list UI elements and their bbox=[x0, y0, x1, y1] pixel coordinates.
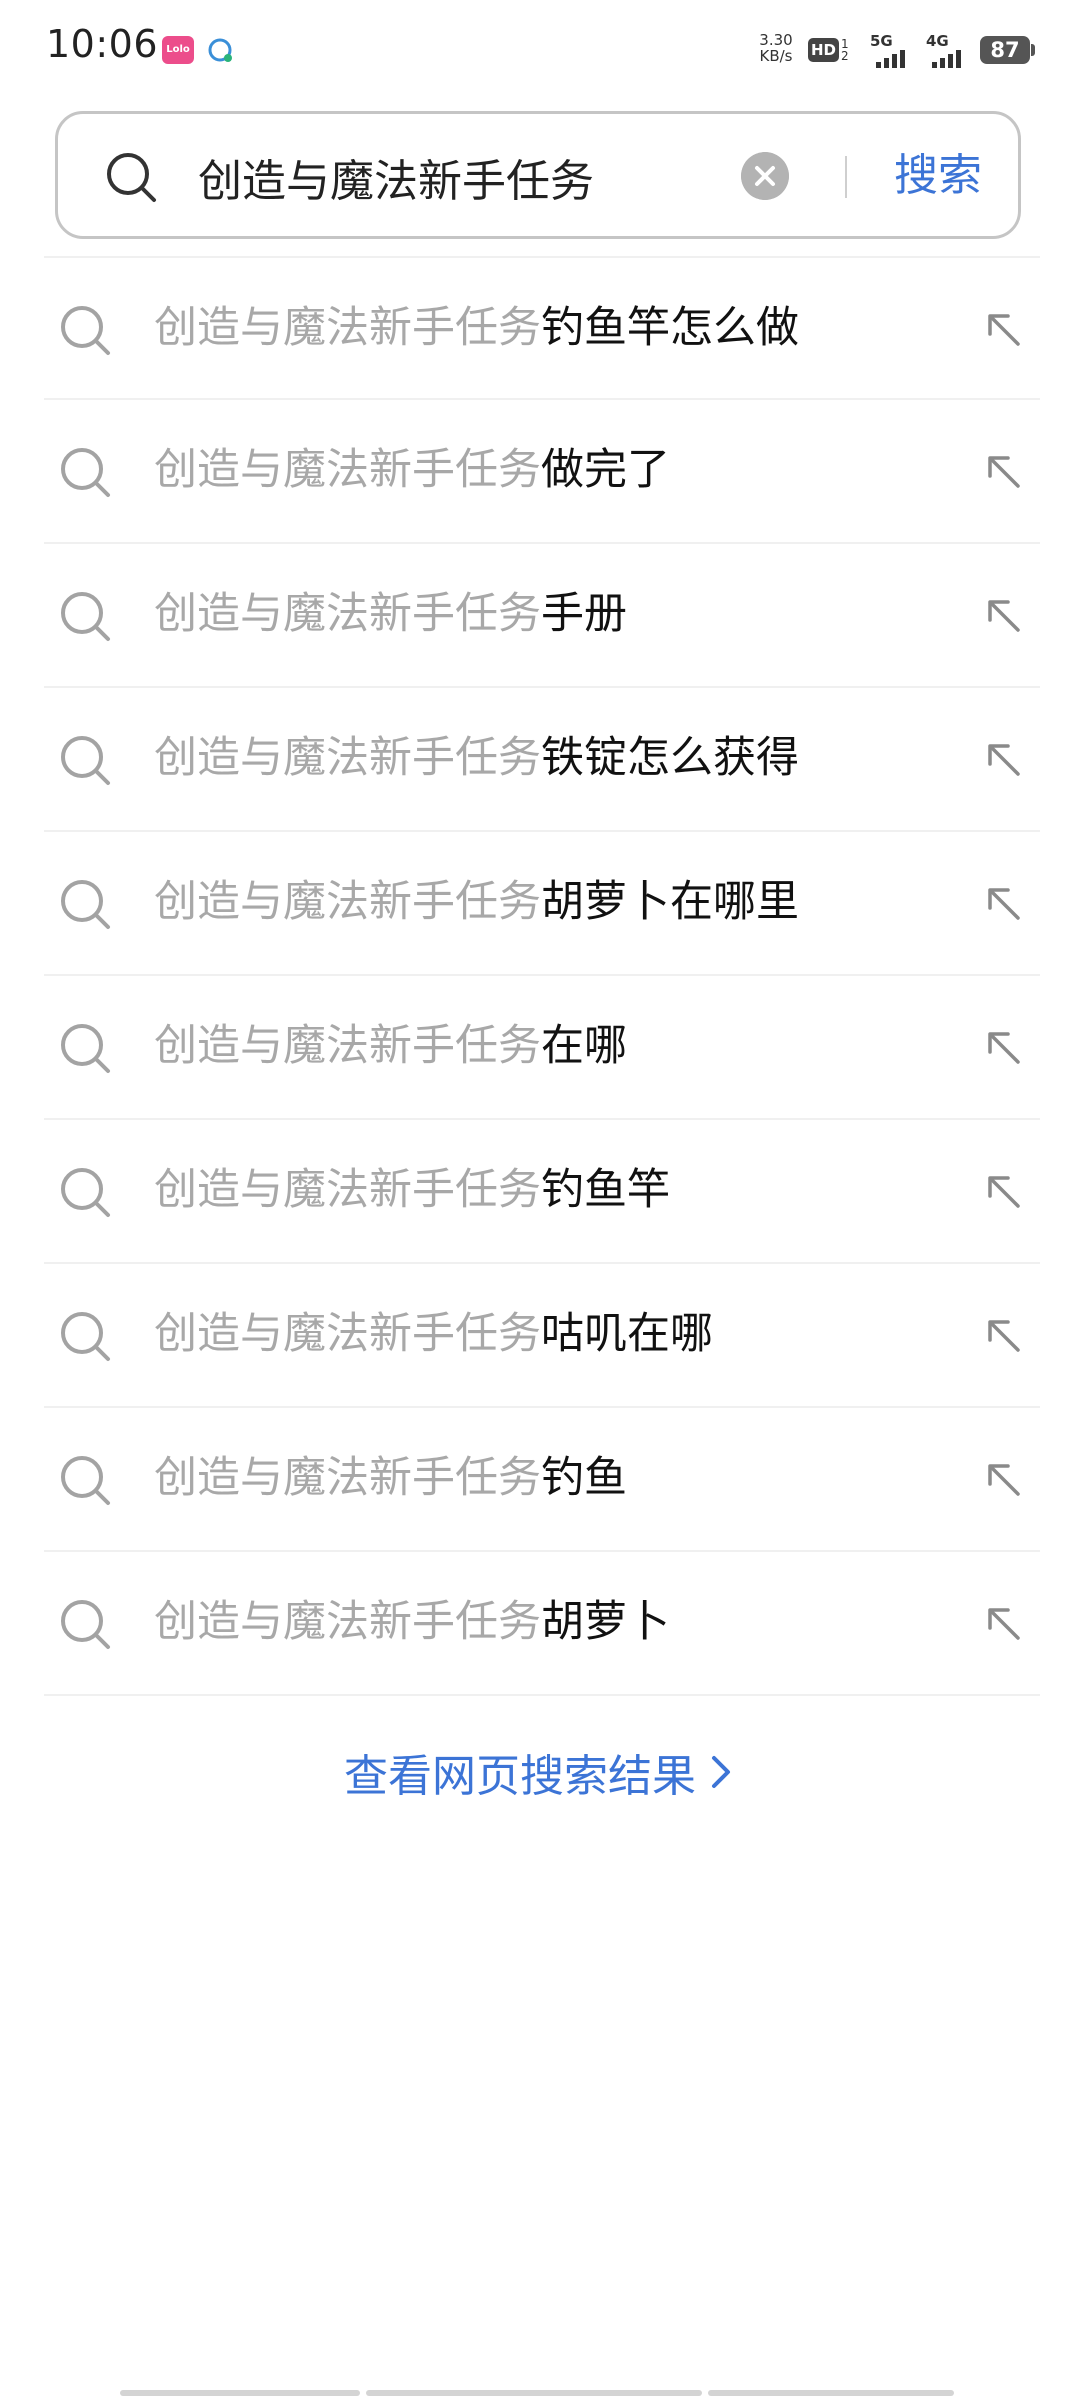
suggestion-text: 创造与魔法新手任务做完了 bbox=[154, 440, 670, 500]
status-time: 10:06 bbox=[46, 22, 159, 66]
suggestion-text: 创造与魔法新手任务铁锭怎么获得 bbox=[154, 728, 799, 788]
suggestion-list: 创造与魔法新手任务钓鱼竿怎么做 创造与魔法新手任务做完了 创造与魔法新手任务手册 创造… bbox=[44, 256, 1040, 1696]
suggestion-prefix: 创造与魔法新手任务 bbox=[154, 877, 541, 927]
clear-icon[interactable] bbox=[741, 152, 789, 200]
home-indicator-center bbox=[366, 2390, 702, 2396]
search-icon bbox=[61, 880, 110, 929]
suggestion-prefix: 创造与魔法新手任务 bbox=[154, 733, 541, 783]
arrow-up-left-icon[interactable] bbox=[982, 1458, 1026, 1502]
arrow-up-left-icon[interactable] bbox=[982, 1170, 1026, 1214]
suggestion-prefix: 创造与魔法新手任务 bbox=[154, 445, 541, 495]
suggestion-item[interactable]: 创造与魔法新手任务胡萝卜 bbox=[44, 1552, 1040, 1696]
suggestion-text: 创造与魔法新手任务钓鱼 bbox=[154, 1448, 627, 1508]
suggestion-item[interactable]: 创造与魔法新手任务咕叽在哪 bbox=[44, 1264, 1040, 1408]
suggestion-item[interactable]: 创造与魔法新手任务做完了 bbox=[44, 400, 1040, 544]
home-indicator bbox=[120, 2390, 960, 2396]
hd-label: HD bbox=[808, 38, 840, 62]
search-icon bbox=[61, 1024, 110, 1073]
suggestion-prefix: 创造与魔法新手任务 bbox=[154, 1309, 541, 1359]
suggestion-text: 创造与魔法新手任务钓鱼竿 bbox=[154, 1160, 670, 1220]
suggestion-suffix: 钓鱼竿怎么做 bbox=[541, 303, 799, 353]
suggestion-suffix: 做完了 bbox=[541, 445, 670, 495]
chevron-right-icon bbox=[712, 1756, 730, 1788]
signal-4g-icon: 4G bbox=[926, 32, 972, 68]
suggestion-suffix: 在哪 bbox=[541, 1021, 627, 1071]
network-speed-value: 3.30 bbox=[759, 31, 793, 49]
search-icon bbox=[61, 1312, 110, 1361]
arrow-up-left-icon[interactable] bbox=[982, 1026, 1026, 1070]
battery-tip bbox=[1031, 44, 1035, 56]
suggestion-suffix: 咕叽在哪 bbox=[541, 1309, 713, 1359]
suggestion-text: 创造与魔法新手任务胡萝卜 bbox=[154, 1592, 670, 1652]
suggestion-suffix: 胡萝卜 bbox=[541, 1597, 670, 1647]
suggestion-text: 创造与魔法新手任务钓鱼竿怎么做 bbox=[154, 298, 799, 358]
signal-5g-icon: 5G bbox=[870, 32, 916, 68]
view-web-results-label: 查看网页搜索结果 bbox=[344, 1751, 696, 1802]
suggestion-prefix: 创造与魔法新手任务 bbox=[154, 1597, 541, 1647]
search-button[interactable]: 搜索 bbox=[894, 144, 982, 208]
search-divider bbox=[845, 156, 847, 198]
search-icon bbox=[61, 592, 110, 641]
suggestion-item[interactable]: 创造与魔法新手任务钓鱼竿怎么做 bbox=[44, 256, 1040, 400]
arrow-up-left-icon[interactable] bbox=[982, 450, 1026, 494]
suggestion-text: 创造与魔法新手任务手册 bbox=[154, 584, 627, 644]
suggestion-text: 创造与魔法新手任务胡萝卜在哪里 bbox=[154, 872, 799, 932]
suggestion-suffix: 胡萝卜在哪里 bbox=[541, 877, 799, 927]
network-speed: 3.30 KB/s bbox=[756, 32, 796, 64]
search-icon bbox=[61, 1600, 110, 1649]
arrow-up-left-icon[interactable] bbox=[982, 594, 1026, 638]
suggestion-prefix: 创造与魔法新手任务 bbox=[154, 1021, 541, 1071]
search-icon bbox=[61, 1456, 110, 1505]
suggestion-text: 创造与魔法新手任务咕叽在哪 bbox=[154, 1304, 713, 1364]
hd-sub: 2 bbox=[841, 49, 849, 63]
home-indicator-left bbox=[120, 2390, 360, 2396]
view-web-results: 查看网页搜索结果 bbox=[0, 1740, 1080, 1804]
suggestion-item[interactable]: 创造与魔法新手任务在哪 bbox=[44, 976, 1040, 1120]
search-icon bbox=[107, 153, 156, 202]
hd-volte-icon: HD 1 2 bbox=[808, 36, 849, 64]
search-input[interactable] bbox=[198, 142, 758, 212]
suggestion-prefix: 创造与魔法新手任务 bbox=[154, 1453, 541, 1503]
suggestion-item[interactable]: 创造与魔法新手任务胡萝卜在哪里 bbox=[44, 832, 1040, 976]
arrow-up-left-icon[interactable] bbox=[982, 308, 1026, 352]
home-indicator-right bbox=[708, 2390, 954, 2396]
arrow-up-left-icon[interactable] bbox=[982, 1314, 1026, 1358]
battery-icon: 87 bbox=[980, 36, 1030, 64]
suggestion-prefix: 创造与魔法新手任务 bbox=[154, 589, 541, 639]
search-icon bbox=[61, 1168, 110, 1217]
search-icon bbox=[61, 736, 110, 785]
arrow-up-left-icon[interactable] bbox=[982, 1602, 1026, 1646]
suggestion-item[interactable]: 创造与魔法新手任务钓鱼 bbox=[44, 1408, 1040, 1552]
suggestion-item[interactable]: 创造与魔法新手任务钓鱼竿 bbox=[44, 1120, 1040, 1264]
arrow-up-left-icon[interactable] bbox=[982, 882, 1026, 926]
status-bar: 10:06 Lolo 3.30 KB/s HD 1 2 5G 4G 87 bbox=[0, 0, 1080, 100]
suggestion-suffix: 手册 bbox=[541, 589, 627, 639]
suggestion-item[interactable]: 创造与魔法新手任务铁锭怎么获得 bbox=[44, 688, 1040, 832]
suggestion-prefix: 创造与魔法新手任务 bbox=[154, 303, 541, 353]
app-notification-icon: Lolo bbox=[162, 36, 194, 64]
search-icon bbox=[61, 306, 110, 355]
search-icon bbox=[61, 448, 110, 497]
suggestion-item[interactable]: 创造与魔法新手任务手册 bbox=[44, 544, 1040, 688]
signal-5g-label: 5G bbox=[870, 32, 893, 50]
signal-4g-label: 4G bbox=[926, 32, 949, 50]
suggestion-suffix: 钓鱼 bbox=[541, 1453, 627, 1503]
chat-bubble-icon bbox=[208, 38, 232, 62]
suggestion-suffix: 钓鱼竿 bbox=[541, 1165, 670, 1215]
suggestion-prefix: 创造与魔法新手任务 bbox=[154, 1165, 541, 1215]
suggestion-text: 创造与魔法新手任务在哪 bbox=[154, 1016, 627, 1076]
arrow-up-left-icon[interactable] bbox=[982, 738, 1026, 782]
network-speed-unit: KB/s bbox=[759, 47, 793, 65]
suggestion-suffix: 铁锭怎么获得 bbox=[541, 733, 799, 783]
search-bar: 搜索 bbox=[55, 111, 1021, 239]
view-web-results-link[interactable]: 查看网页搜索结果 bbox=[344, 1740, 736, 1804]
